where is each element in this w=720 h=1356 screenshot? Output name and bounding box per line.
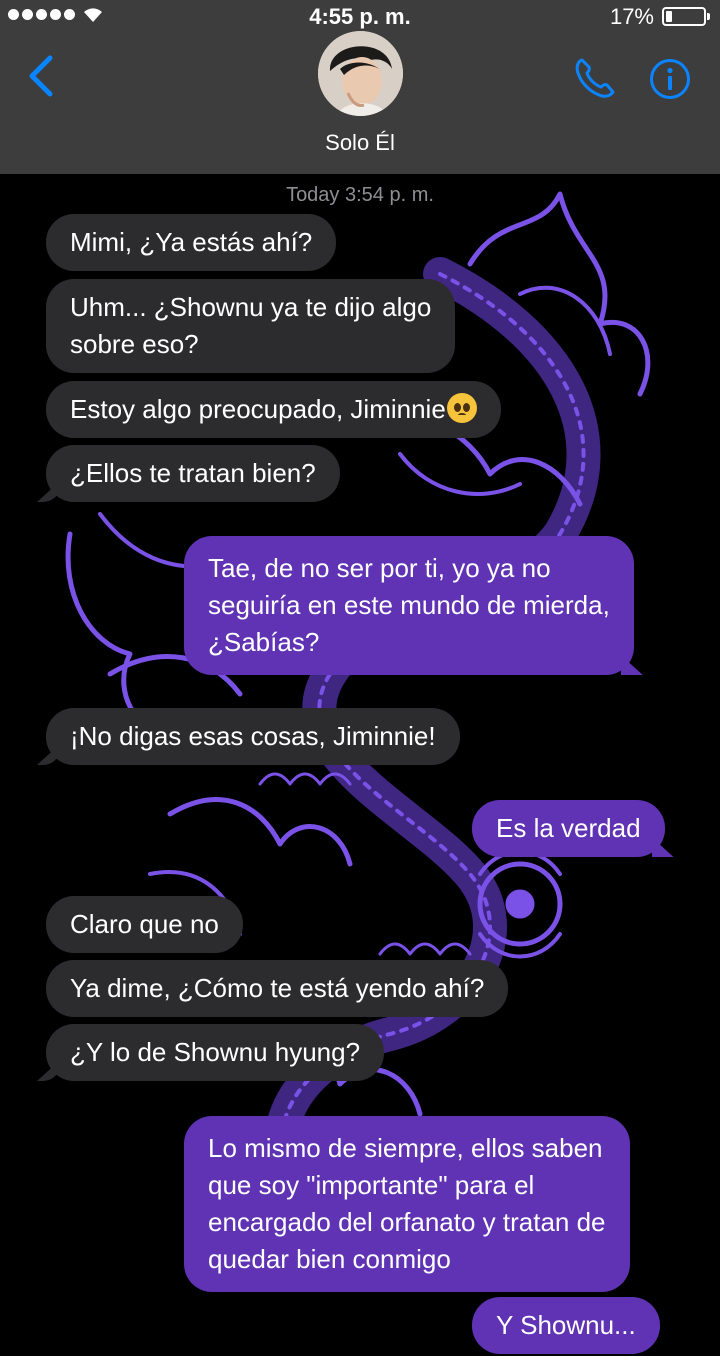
incoming-message-bubble[interactable]: Estoy algo preocupado, Jiminnie bbox=[46, 381, 501, 438]
incoming-message-bubble[interactable]: ¿Ellos te tratan bien? bbox=[46, 445, 340, 502]
incoming-message-bubble[interactable]: Claro que no bbox=[46, 896, 243, 953]
message-text: Claro que no bbox=[70, 909, 219, 939]
battery-percent: 17% bbox=[609, 4, 654, 29]
message-text: ¿Y lo de Shownu hyung? bbox=[70, 1037, 361, 1067]
outgoing-message-bubble[interactable]: Tae, de no ser por ti, yo ya no seguiría… bbox=[184, 536, 634, 675]
chat-screen: 4:55 p. m. 17% Solo Él Today 3:54 p. m. … bbox=[0, 0, 720, 1356]
message-text: Mimi, ¿Ya estás ahí? bbox=[70, 227, 313, 257]
outgoing-message-bubble[interactable]: Y Shownu... bbox=[472, 1297, 660, 1354]
message-text-line: Uhm... ¿Shownu ya te dijo algo bbox=[70, 292, 432, 322]
message-text: Es la verdad bbox=[496, 813, 641, 843]
incoming-message-bubble[interactable]: Mimi, ¿Ya estás ahí? bbox=[46, 214, 337, 271]
pleading-face-emoji-icon bbox=[446, 393, 477, 423]
incoming-message-bubble[interactable]: Uhm... ¿Shownu ya te dijo algo sobre eso… bbox=[46, 279, 456, 373]
message-text: Ya dime, ¿Cómo te está yendo ahí? bbox=[70, 973, 485, 1003]
incoming-message-bubble[interactable]: ¡No digas esas cosas, Jiminnie! bbox=[46, 708, 460, 765]
message-text-line: Tae, de no ser por ti, yo ya no bbox=[208, 553, 551, 583]
info-icon[interactable] bbox=[649, 58, 691, 100]
avatar-photo bbox=[318, 31, 403, 116]
message-text: Y Shownu... bbox=[496, 1310, 636, 1340]
message-text: ¿Ellos te tratan bien? bbox=[70, 458, 316, 488]
message-text-line: que soy "importante" para el bbox=[208, 1170, 535, 1200]
message-text: Estoy algo preocupado, Jiminnie bbox=[70, 394, 446, 424]
message-text-line: quedar bien conmigo bbox=[208, 1244, 451, 1274]
message-text-line: seguiría en este mundo de mierda, bbox=[208, 590, 610, 620]
contact-name[interactable]: Solo Él bbox=[0, 130, 720, 156]
chevron-left-icon[interactable] bbox=[22, 52, 62, 100]
status-bar: 4:55 p. m. 17% bbox=[0, 0, 720, 32]
outgoing-message-bubble[interactable]: Es la verdad bbox=[472, 800, 665, 857]
conversation-timestamp: Today 3:54 p. m. bbox=[286, 184, 434, 206]
battery-icon bbox=[662, 7, 710, 26]
chat-header: 4:55 p. m. 17% Solo Él bbox=[0, 0, 720, 174]
battery-level-fill bbox=[666, 11, 672, 22]
phone-icon[interactable] bbox=[572, 55, 618, 101]
outgoing-message-bubble[interactable]: Lo mismo de siempre, ellos saben que soy… bbox=[184, 1116, 630, 1292]
message-text: ¡No digas esas cosas, Jiminnie! bbox=[70, 721, 436, 751]
message-text-line: Lo mismo de siempre, ellos saben bbox=[208, 1133, 603, 1163]
incoming-message-bubble[interactable]: Ya dime, ¿Cómo te está yendo ahí? bbox=[46, 960, 509, 1017]
message-text-line: ¿Sabías? bbox=[208, 627, 320, 657]
message-text-line: encargado del orfanato y tratan de bbox=[208, 1207, 606, 1237]
contact-avatar[interactable] bbox=[318, 31, 403, 116]
message-text-line: sobre eso? bbox=[70, 329, 199, 359]
incoming-message-bubble[interactable]: ¿Y lo de Shownu hyung? bbox=[46, 1024, 385, 1081]
